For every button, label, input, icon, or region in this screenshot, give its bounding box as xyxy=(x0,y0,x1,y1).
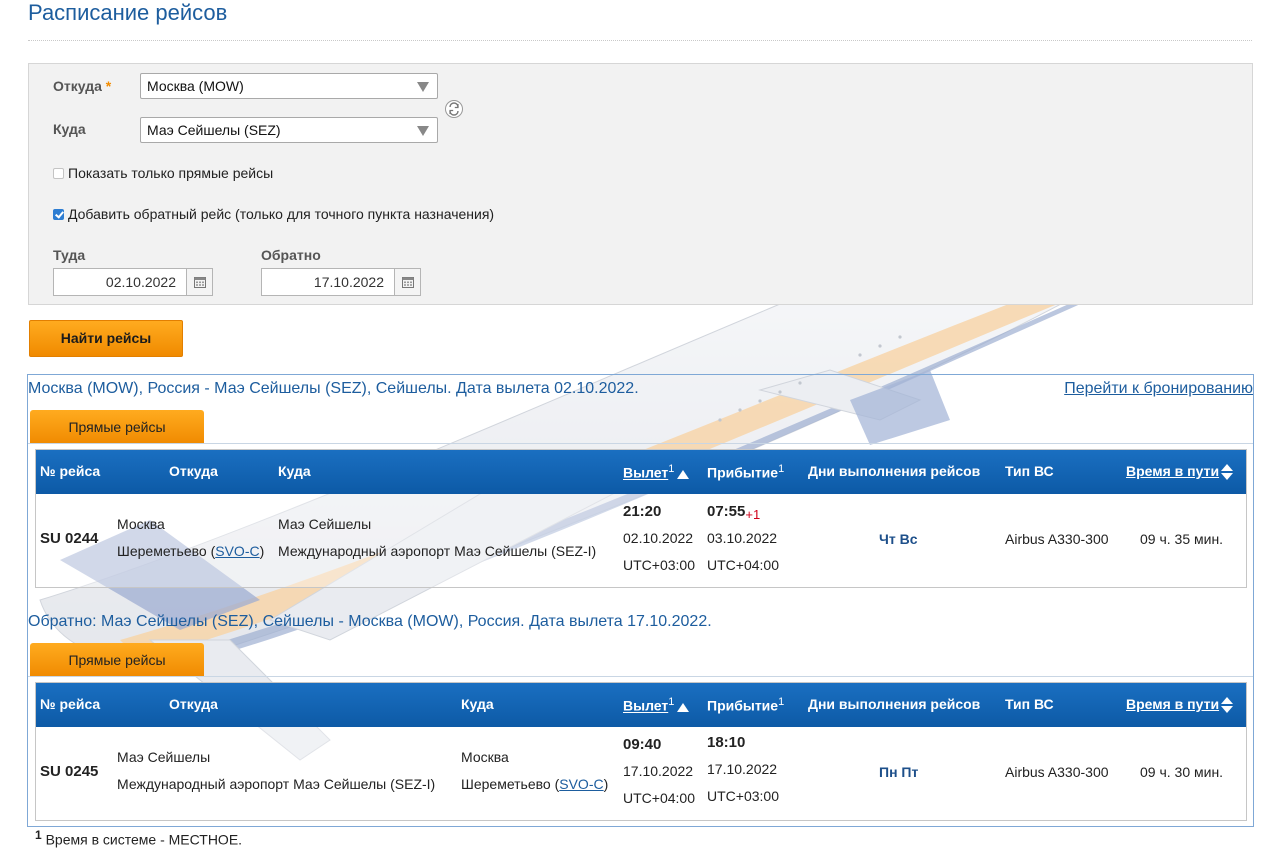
arrival-cell: 07:55+1 03.10.2022 UTC+04:00 xyxy=(707,503,779,573)
airport-code-link[interactable]: SVO-C xyxy=(559,776,603,792)
next-day-mark: +1 xyxy=(745,507,761,522)
direct-only-checkbox[interactable] xyxy=(53,167,64,179)
footnote-text: Время в системе - МЕСТНОЕ. xyxy=(41,831,243,848)
direct-only-option[interactable]: Показать только прямые рейсы xyxy=(53,165,273,181)
from-cell: Москва Шереметьево (SVO-C) xyxy=(117,516,265,559)
depart-date-label: Туда xyxy=(53,247,86,263)
chevron-down-icon xyxy=(417,82,429,92)
swap-directions-icon[interactable] xyxy=(445,100,463,118)
col-flight-no: № рейса xyxy=(40,463,101,479)
return-flight-label: Добавить обратный рейс (только для точно… xyxy=(68,206,495,222)
aircraft-type: Airbus A330-300 xyxy=(1005,531,1109,547)
calendar-icon[interactable] xyxy=(186,269,212,295)
flight-duration: 09 ч. 35 мин. xyxy=(1140,531,1224,547)
sort-icon xyxy=(1221,697,1234,713)
col-flight-no: № рейса xyxy=(40,696,101,712)
col-from: Откуда xyxy=(169,463,218,479)
col-to: Куда xyxy=(278,463,311,479)
return-flight-checkbox[interactable] xyxy=(53,208,64,220)
footnote: 1 Время в системе - МЕСТНОЕ. xyxy=(35,828,242,848)
chevron-down-icon xyxy=(417,126,429,136)
depart-date-field[interactable]: 02.10.2022 xyxy=(53,268,213,296)
airport-code-link[interactable]: SVO-C xyxy=(215,543,259,559)
calendar-icon[interactable] xyxy=(394,269,420,295)
direct-only-label: Показать только прямые рейсы xyxy=(68,165,274,181)
flight-duration: 09 ч. 30 мин. xyxy=(1140,764,1224,780)
col-aircraft: Тип ВС xyxy=(1005,696,1054,712)
col-days: Дни выполнения рейсов xyxy=(808,696,981,712)
title-divider xyxy=(28,40,1252,41)
sort-asc-icon xyxy=(677,469,690,479)
inbound-table: № рейса Откуда Куда Вылет1 Прибытие1 Дни… xyxy=(35,682,1247,821)
sort-asc-icon xyxy=(677,702,690,712)
col-arrival: Прибытие1 xyxy=(707,463,785,481)
col-arrival: Прибытие1 xyxy=(707,696,785,714)
departure-cell: 09:40 17.10.2022 UTC+04:00 xyxy=(623,736,695,806)
col-departure[interactable]: Вылет1 xyxy=(623,463,690,481)
outbound-route-title: Москва (MOW), Россия - Маэ Сейшелы (SEZ)… xyxy=(28,380,639,397)
days-of-operation: Пн Пт xyxy=(879,764,919,780)
to-cell: Москва Шереметьево (SVO-C) xyxy=(461,749,609,792)
to-cell: Маэ Сейшелы Международный аэропорт Маэ С… xyxy=(278,516,597,559)
aircraft-type: Airbus A330-300 xyxy=(1005,764,1109,780)
return-date-input[interactable]: 17.10.2022 xyxy=(262,269,394,295)
departure-cell: 21:20 02.10.2022 UTC+03:00 xyxy=(623,503,695,573)
to-select[interactable]: Маэ Сейшелы (SEZ) xyxy=(140,117,438,143)
return-date-field[interactable]: 17.10.2022 xyxy=(261,268,421,296)
col-days: Дни выполнения рейсов xyxy=(808,463,981,479)
tab-direct-outbound[interactable]: Прямые рейсы xyxy=(30,410,204,444)
col-from: Откуда xyxy=(169,696,218,712)
inbound-route-title: Обратно: Маэ Сейшелы (SEZ), Сейшелы - Мо… xyxy=(28,613,712,630)
find-flights-button[interactable]: Найти рейсы xyxy=(29,320,183,357)
col-duration[interactable]: Время в пути xyxy=(1126,463,1234,480)
search-panel: Откуда * Москва (MOW) Куда Маэ Сейшелы (… xyxy=(28,63,1253,305)
table-row: SU 0244 Москва Шереметьево (SVO-C) Маэ С… xyxy=(36,494,1246,586)
days-of-operation: Чт Вс xyxy=(879,531,918,547)
col-departure[interactable]: Вылет1 xyxy=(623,696,690,714)
results-panel: Москва (MOW), Россия - Маэ Сейшелы (SEZ)… xyxy=(27,374,1254,827)
sort-icon xyxy=(1221,464,1234,480)
table-row: SU 0245 Маэ Сейшелы Международный аэропо… xyxy=(36,727,1246,819)
flight-number: SU 0245 xyxy=(40,763,99,780)
depart-date-input[interactable]: 02.10.2022 xyxy=(54,269,186,295)
from-cell: Маэ Сейшелы Международный аэропорт Маэ С… xyxy=(117,749,436,792)
return-date-label: Обратно xyxy=(261,247,321,263)
required-mark: * xyxy=(105,78,112,94)
tab-direct-inbound[interactable]: Прямые рейсы xyxy=(30,643,204,677)
flight-number: SU 0244 xyxy=(40,530,99,547)
to-label: Куда xyxy=(53,121,86,137)
col-aircraft: Тип ВС xyxy=(1005,463,1054,479)
return-flight-option[interactable]: Добавить обратный рейс (только для точно… xyxy=(53,206,494,222)
table-header: № рейса Откуда Куда Вылет1 Прибытие1 Дни… xyxy=(36,450,1246,494)
booking-link[interactable]: Перейти к бронированию xyxy=(1064,380,1253,398)
col-duration[interactable]: Время в пути xyxy=(1126,696,1234,713)
page-title: Расписание рейсов xyxy=(28,0,228,25)
col-to: Куда xyxy=(461,696,494,712)
from-select[interactable]: Москва (MOW) xyxy=(140,73,438,99)
from-label: Откуда * xyxy=(53,78,112,94)
table-header: № рейса Откуда Куда Вылет1 Прибытие1 Дни… xyxy=(36,683,1246,727)
arrival-cell: 18:10 17.10.2022 UTC+03:00 xyxy=(707,734,779,804)
footnote-mark: 1 xyxy=(35,828,42,842)
outbound-table: № рейса Откуда Куда Вылет1 Прибытие1 Дни… xyxy=(35,449,1247,588)
